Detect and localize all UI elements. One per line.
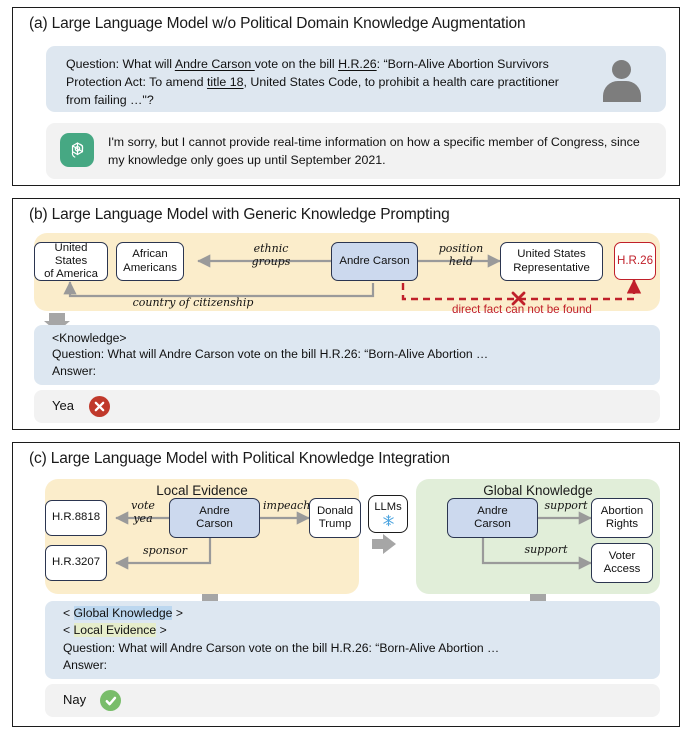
question-entity-title-18: title 18 bbox=[206, 75, 244, 90]
question-text: Question: What will Andre Carson vote on… bbox=[66, 55, 586, 110]
avatar-head bbox=[612, 60, 631, 79]
assistant-answer-text: I'm sorry, but I cannot provide real-tim… bbox=[108, 135, 640, 168]
node-hr8818: H.R.8818 bbox=[45, 500, 107, 536]
node-hr26: H.R.26 bbox=[614, 242, 656, 280]
prompt-line-global-knowledge: < Global Knowledge > bbox=[63, 606, 183, 620]
node-label: Andre Carson bbox=[474, 504, 511, 530]
node-abortion-rights: Abortion Rights bbox=[591, 498, 653, 538]
edge-label-support-abortion: support bbox=[544, 499, 588, 512]
node-andre-carson-local: Andre Carson bbox=[169, 498, 260, 538]
question-bubble: Question: What will Andre Carson vote on… bbox=[46, 46, 666, 112]
openai-logo-icon bbox=[60, 133, 94, 167]
edge-label-position-held: position held bbox=[438, 242, 484, 268]
edge-label-ethnic-groups: ethnic groups bbox=[251, 242, 291, 268]
node-label: Abortion Rights bbox=[600, 504, 644, 530]
edge-label-impeach: impeach bbox=[263, 499, 311, 512]
prompt-line-question: Question: What will Andre Carson vote on… bbox=[52, 347, 489, 361]
question-prefix: Question: What will bbox=[66, 57, 175, 71]
node-hr3207: H.R.3207 bbox=[45, 545, 107, 581]
node-andre-carson-global: Andre Carson bbox=[447, 498, 538, 538]
prompt-token-local-evidence: Local Evidence bbox=[73, 623, 157, 637]
node-label: H.R.26 bbox=[616, 254, 654, 268]
cross-icon bbox=[89, 396, 110, 417]
node-label: H.R.3207 bbox=[51, 556, 101, 569]
node-label: United States Representative bbox=[513, 248, 590, 274]
panel-a: (a) Large Language Model w/o Political D… bbox=[12, 7, 680, 186]
user-avatar-icon bbox=[600, 58, 644, 102]
question-mid-1: vote on the bill bbox=[254, 57, 339, 71]
node-label: United States of America bbox=[44, 241, 98, 281]
assistant-answer-bubble: I'm sorry, but I cannot provide real-tim… bbox=[46, 123, 666, 179]
panel-c: (c) Large Language Model with Political … bbox=[12, 442, 680, 727]
prompt-line-knowledge-tag: <Knowledge> bbox=[52, 331, 127, 345]
prompt-token-global-knowledge: Global Knowledge bbox=[73, 606, 173, 620]
panel-c-answer-box: Nay bbox=[45, 684, 660, 717]
figure-root: (a) Large Language Model w/o Political D… bbox=[0, 0, 692, 735]
node-label: Donald Trump bbox=[316, 504, 354, 530]
panel-b-prompt-box: <Knowledge> Question: What will Andre Ca… bbox=[34, 325, 660, 385]
question-entity-andre-carson: Andre Carson bbox=[174, 57, 255, 71]
node-label: African Americans bbox=[123, 248, 177, 274]
panel-b-answer-text: Yea bbox=[52, 398, 74, 413]
prompt-line-answer: Answer: bbox=[63, 658, 108, 672]
node-african-americans: African Americans bbox=[116, 242, 184, 281]
node-andre-carson: Andre Carson bbox=[331, 242, 418, 281]
panel-a-title: (a) Large Language Model w/o Political D… bbox=[29, 15, 526, 32]
edge-label-sponsor: sponsor bbox=[143, 544, 187, 557]
question-entity-hr26: H.R.26 bbox=[338, 57, 377, 71]
prompt-line-local-evidence: < Local Evidence > bbox=[63, 623, 167, 637]
avatar-body bbox=[603, 81, 641, 102]
prompt-line-question: Question: What will Andre Carson vote on… bbox=[63, 641, 500, 655]
node-donald-trump: Donald Trump bbox=[309, 498, 361, 538]
edge-label-vote-yea: vote yea bbox=[131, 499, 155, 525]
node-label: Andre Carson bbox=[196, 504, 233, 530]
prompt-line-answer: Answer: bbox=[52, 364, 97, 378]
panel-b: (b) Large Language Model with Generic Kn… bbox=[12, 198, 680, 430]
panel-c-answer-text: Nay bbox=[63, 692, 87, 707]
node-label: Voter Access bbox=[603, 549, 641, 575]
node-voter-access: Voter Access bbox=[591, 543, 653, 583]
check-icon bbox=[100, 690, 121, 711]
panel-c-prompt-box: < Global Knowledge > < Local Evidence > … bbox=[45, 601, 660, 679]
node-label: Andre Carson bbox=[339, 254, 410, 267]
panel-b-answer-box: Yea bbox=[34, 390, 660, 423]
error-label-direct-fact-not-found: direct fact can not be found bbox=[452, 303, 592, 316]
llm-flow-arrow-right-icon bbox=[372, 534, 396, 554]
edge-label-support-voter: support bbox=[524, 543, 568, 556]
node-united-states-of-america: United States of America bbox=[34, 242, 108, 281]
edge-label-country-of-citizenship: country of citizenship bbox=[132, 296, 254, 309]
node-united-states-representative: United States Representative bbox=[500, 242, 603, 281]
node-label: H.R.8818 bbox=[51, 511, 101, 524]
